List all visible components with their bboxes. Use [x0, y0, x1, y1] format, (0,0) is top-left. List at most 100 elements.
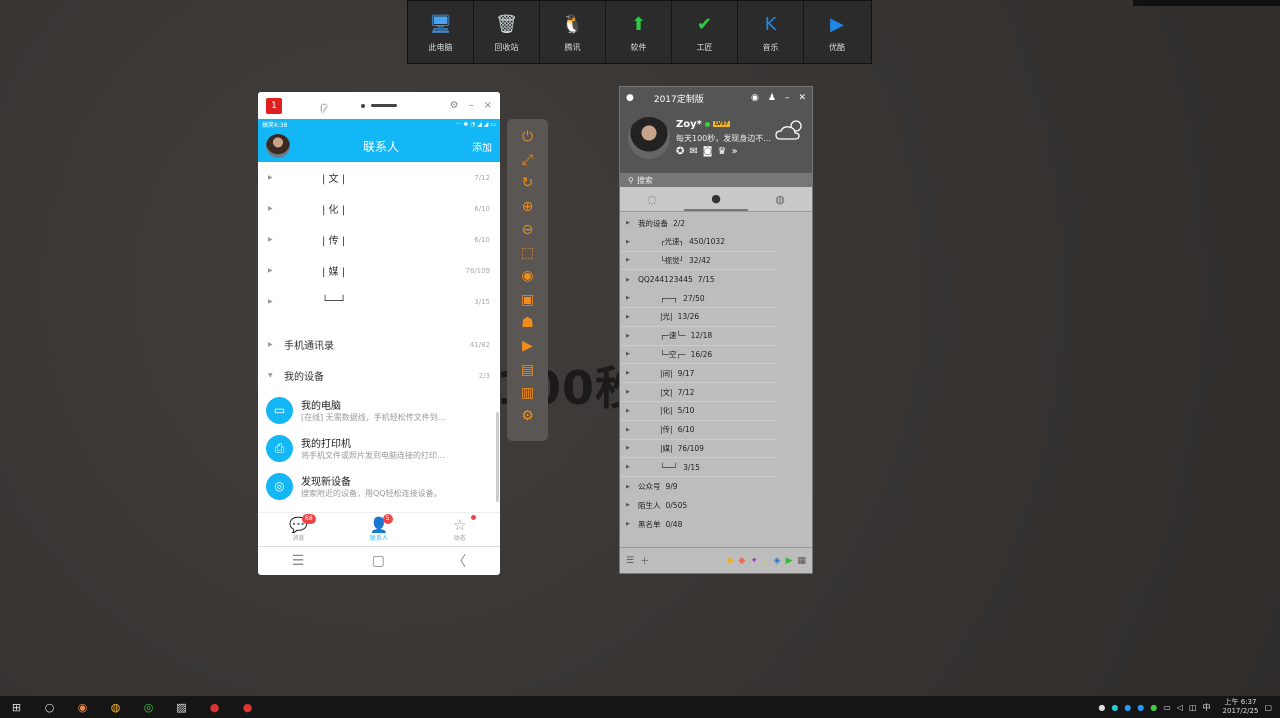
file-icon[interactable]: ▥	[516, 381, 540, 404]
dock-item-qq-penguin[interactable]: 🐧 腾讯	[540, 1, 606, 63]
chrome-icon[interactable]: ◍	[99, 696, 132, 718]
friend-subgroup[interactable]: ▶ ┌光速┐ 450/1032	[620, 233, 776, 252]
contact-group[interactable]: ▶ └──┘ 3/15	[258, 286, 500, 317]
friend-subgroup[interactable]: ▶ └─空┌─ 16/26	[620, 346, 776, 365]
fullscreen-icon[interactable]: ⤢	[516, 148, 540, 171]
wechat-tray-icon[interactable]: ●	[1150, 703, 1157, 712]
tab-contacts[interactable]: 👤 5 联系人	[339, 513, 420, 546]
friend-subgroup[interactable]: ▶ |光| 13/26	[620, 308, 776, 327]
photo-icon[interactable]: ◙	[703, 146, 718, 157]
qq-tray-icon[interactable]: ●	[1098, 703, 1105, 712]
app-shield-icon[interactable]: ◈	[774, 556, 781, 566]
android-icon[interactable]: ☗	[516, 311, 540, 334]
friend-subgroup[interactable]: ▶ |文| 7/12	[620, 383, 776, 402]
friend-subgroup[interactable]: ▶ └──┘ 3/15	[620, 458, 776, 478]
app-video-icon[interactable]: ▶	[786, 556, 793, 566]
app-music-icon[interactable]: ♪	[763, 556, 769, 566]
clock[interactable]: 上午 6:37 2017/2/25	[1223, 698, 1259, 716]
crop-icon[interactable]: ⬚	[516, 241, 540, 264]
group-my-devices[interactable]: ▼ 我的设备 2/3	[258, 360, 500, 391]
avatar[interactable]	[628, 117, 670, 159]
friend-group[interactable]: ▶ 公众号 9/9	[620, 477, 812, 496]
search-circle-icon[interactable]: ○	[33, 696, 66, 718]
app-star-icon[interactable]: ✦	[750, 556, 758, 566]
menu-icon[interactable]: ☰	[626, 556, 634, 566]
friend-subgroup[interactable]: ▶ |媒| 76/109	[620, 440, 776, 459]
tray-app-icon[interactable]: ●	[1111, 703, 1118, 712]
zoom-in-icon[interactable]: ⊕	[516, 195, 540, 218]
start-button[interactable]: ⊞	[0, 696, 33, 718]
ime-indicator[interactable]: 中	[1203, 702, 1211, 713]
minimize-icon[interactable]: –	[785, 93, 790, 103]
device-item[interactable]: ◎ 发现新设备 搜索附近的设备，用QQ轻松连接设备。	[258, 467, 500, 505]
shirt-icon[interactable]: ♟	[768, 93, 776, 103]
online-status-icon[interactable]	[704, 122, 710, 127]
add-icon[interactable]: ＋	[640, 554, 649, 567]
device-item[interactable]: ⎙ 我的打印机 将手机文件或照片发到电脑连接的打印...	[258, 429, 500, 467]
app-pet-icon[interactable]: ◆	[738, 556, 745, 566]
notifications-icon[interactable]: ▢	[1264, 703, 1272, 712]
tab-contacts[interactable]: ●	[684, 187, 748, 211]
close-icon[interactable]: ✕	[798, 93, 806, 103]
raspberry-icon[interactable]: ●	[198, 696, 231, 718]
skin-icon[interactable]: ◉	[751, 93, 759, 103]
friend-subgroup[interactable]: ▶ |间| 9/17	[620, 364, 776, 384]
tab-dynamics[interactable]: ☆ 动态	[419, 513, 500, 546]
friend-subgroup[interactable]: ▶ └视觉┘ 32/42	[620, 252, 776, 271]
gif-icon[interactable]: ▶	[516, 335, 540, 358]
user-settings-icon[interactable]: ⚙	[516, 405, 540, 428]
friend-subgroup[interactable]: ▶ |传| 6/10	[620, 421, 776, 440]
dock-item-checkmark[interactable]: ✔ 工匠	[672, 1, 738, 63]
search-input[interactable]: 搜索	[637, 175, 653, 186]
dock-item-recycle-bin[interactable]: 🗑 回收站	[474, 1, 540, 63]
more-icon[interactable]: »	[731, 146, 742, 157]
wechat-icon[interactable]: ◎	[132, 696, 165, 718]
mail-icon[interactable]: ✉	[689, 146, 702, 157]
zoom-out-icon[interactable]: ⊖	[516, 218, 540, 241]
back-icon[interactable]: 〈	[452, 551, 466, 571]
rotate-icon[interactable]: ↻	[516, 172, 540, 195]
crown-icon[interactable]: ♛	[717, 146, 731, 157]
friend-subgroup[interactable]: ▶ ┌─速└─ 12/18	[620, 327, 776, 346]
friend-subgroup[interactable]: ▶ ┌──┐ 27/50	[620, 289, 776, 308]
dock-item-computer[interactable]: 🖥 此电脑	[408, 1, 474, 63]
tray-app3-icon[interactable]: ●	[1137, 703, 1144, 712]
dock-item-kugou[interactable]: K 音乐	[738, 1, 804, 63]
star-icon[interactable]: ✪	[676, 146, 689, 157]
device-item[interactable]: ▭ 我的电脑 [在线] 无需数据线，手机轻松传文件到...	[258, 391, 500, 429]
close-icon[interactable]: ×	[484, 100, 492, 111]
power-icon[interactable]: ⏻	[516, 125, 540, 148]
app-grid-icon[interactable]: ▦	[797, 556, 806, 566]
search-bar[interactable]: ⚲ 搜索	[620, 173, 812, 187]
friend-group[interactable]: ▶ 黑名单 0/48	[620, 515, 812, 534]
weather-icon[interactable]	[774, 117, 806, 143]
friend-group[interactable]: ▶ 陌生人 0/505	[620, 496, 812, 515]
contact-group[interactable]: ▶ | 化 | 6/10	[258, 193, 500, 224]
nickname[interactable]: Zoy* LV97	[676, 119, 731, 130]
battery-icon[interactable]: ▭	[1163, 703, 1171, 712]
group-phone-contacts[interactable]: ▶ 手机通讯录 41/82	[258, 329, 500, 360]
dock-item-green-arrow[interactable]: ⬆ 软件	[606, 1, 672, 63]
contact-group[interactable]: ▶ | 传 | 6/10	[258, 224, 500, 255]
app-game-icon[interactable]: ◆	[727, 556, 734, 566]
menu-icon[interactable]: ☰	[292, 553, 305, 569]
friend-subgroup[interactable]: ▶ |化| 5/10	[620, 402, 776, 421]
tab-messages[interactable]: 💬 68 消息	[258, 513, 339, 546]
signature[interactable]: 每天100秒，发现身边不...	[676, 133, 771, 144]
friend-group[interactable]: ▶ QQ244123445 7/15	[620, 270, 812, 289]
dock-item-youku[interactable]: ▶ 优酷	[804, 1, 870, 63]
folder-icon[interactable]: ▣	[516, 288, 540, 311]
contact-group[interactable]: ▶ | 媒 | 76/109	[258, 255, 500, 286]
tab-groups[interactable]: ◍	[748, 187, 812, 211]
avatar[interactable]	[266, 134, 290, 158]
contact-group[interactable]: ▶ | 文 | 7/12	[258, 162, 500, 193]
settings-icon[interactable]: ⚙	[450, 100, 459, 111]
photos-icon[interactable]: ▨	[165, 696, 198, 718]
network-icon[interactable]: ◫	[1189, 703, 1197, 712]
tray-app2-icon[interactable]: ●	[1124, 703, 1131, 712]
scrollbar[interactable]	[496, 412, 499, 502]
raspberry2-icon[interactable]: ●	[231, 696, 264, 718]
home-icon[interactable]: ▢	[372, 553, 385, 569]
tab-conversations[interactable]: ◌	[620, 187, 684, 211]
friend-group[interactable]: ▶ 我的设备 2/2	[620, 214, 812, 233]
